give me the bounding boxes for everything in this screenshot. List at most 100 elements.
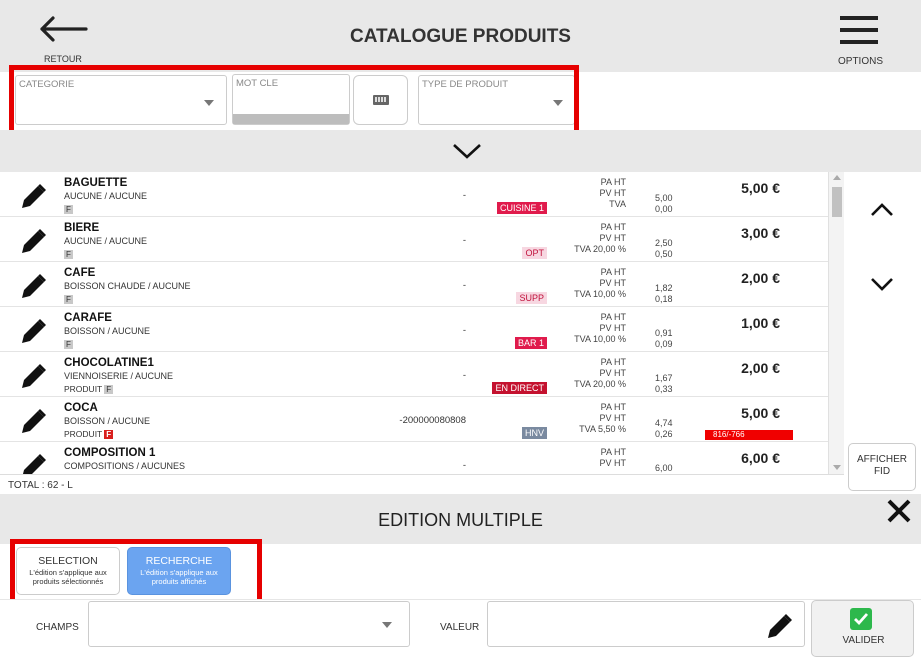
product-name: COCA (64, 402, 98, 414)
table-row[interactable]: COCA BOISSON / AUCUNE PRODUIT F -20000008080… (0, 397, 830, 442)
chevron-down-icon (453, 144, 481, 159)
price-label: TVA 20,00 % (574, 379, 626, 389)
product-category: BOISSON / AUCUNE (64, 326, 151, 336)
afficher-fid-button[interactable]: AFFICHER FID (848, 443, 916, 491)
categorie-select[interactable]: CATEGORIE (15, 75, 227, 125)
afficher-fid-label-2: FID (873, 466, 891, 477)
back-label: RETOUR (44, 54, 82, 64)
mot-cle-input[interactable]: MOT CLE (232, 74, 350, 125)
table-row[interactable]: COMPOSITION 1 COMPOSITIONS / AUCUNES - PA H… (0, 442, 830, 474)
price-label: PV HT (599, 368, 626, 378)
product-price: 2,00 € (741, 270, 780, 286)
product-price: 6,00 € (741, 450, 780, 466)
price-label: PA HT (600, 312, 626, 322)
product-barcode: - (462, 370, 466, 381)
price-label: PA HT (600, 447, 626, 457)
chevron-down-icon (204, 100, 214, 106)
recherche-mode-button[interactable]: RECHERCHE L'édition s'applique aux produ… (127, 547, 231, 595)
price-label: TVA (609, 199, 626, 209)
product-barcode: - (462, 190, 466, 201)
price-label: TVA 20,00 % (574, 244, 626, 254)
table-row[interactable]: CARAFE BOISSON / AUCUNE F - BAR 1 PA HT PV HT T… (0, 307, 830, 352)
product-price-values: 4,74 0,26 (655, 418, 705, 440)
product-price-values: 2,50 0,50 (655, 238, 705, 260)
type-produit-select[interactable]: TYPE DE PRODUIT (418, 75, 575, 125)
price-label: PA HT (600, 177, 626, 187)
product-printer-tag: OPT (522, 247, 547, 259)
product-type: F (64, 294, 73, 305)
edit-pencil-icon[interactable] (20, 362, 48, 390)
check-icon (850, 608, 872, 630)
keyboard-button[interactable] (353, 75, 408, 125)
mot-cle-label: MOT CLE (236, 78, 279, 89)
close-icon[interactable] (886, 498, 912, 524)
product-printer-tag: SUPP (516, 292, 547, 304)
table-row[interactable]: BAGUETTE AUCUNE / AUCUNE F - CUISINE 1 PA HT P… (0, 172, 830, 217)
menu-icon (840, 16, 878, 44)
expand-filters-bar[interactable] (0, 130, 921, 172)
product-f-badge: F (64, 250, 73, 260)
product-type-text: PRODUIT (64, 429, 103, 439)
edit-pencil-icon[interactable] (20, 182, 48, 210)
product-printer-tag: EN DIRECT (492, 382, 547, 394)
edit-pencil-icon[interactable] (20, 407, 48, 435)
product-price-labels: PA HT PV HT TVA 5,50 % (560, 402, 626, 435)
price-label: PA HT (600, 267, 626, 277)
price-label: PV HT (599, 458, 626, 468)
pencil-icon[interactable] (766, 612, 794, 640)
header-bar: RETOUR CATALOGUE PRODUITS OPTIONS (0, 0, 921, 72)
price-label: PV HT (599, 278, 626, 288)
product-barcode: - (462, 460, 466, 471)
options-button[interactable]: OPTIONS (832, 14, 892, 68)
valeur-input[interactable] (487, 601, 805, 647)
product-price: 3,00 € (741, 225, 780, 241)
chevron-down-icon[interactable] (870, 276, 894, 292)
chevron-down-icon (553, 100, 563, 106)
edit-pencil-icon[interactable] (20, 317, 48, 345)
price-label: TVA 5,50 % (579, 424, 626, 434)
product-name: BAGUETTE (64, 177, 128, 189)
product-f-badge: F (64, 295, 73, 305)
valider-button[interactable]: VALIDER (811, 600, 914, 657)
product-printer-tag: CUISINE 1 (496, 202, 547, 214)
product-f-badge: F (64, 205, 73, 215)
product-name: COMPOSITION 1 (64, 447, 156, 459)
edit-pencil-icon[interactable] (20, 227, 48, 255)
product-price-values: 1,82 0,18 (655, 283, 705, 305)
product-f-badge: F (104, 430, 114, 440)
chevron-down-icon (382, 622, 392, 628)
product-price: 5,00 € (741, 405, 780, 421)
edit-pencil-icon[interactable] (20, 452, 48, 474)
product-category: BOISSON CHAUDE / AUCUNE (64, 281, 191, 291)
product-type-text: PRODUIT (64, 384, 103, 394)
champs-select[interactable] (88, 601, 410, 647)
edition-mode-area: SELECTION L'édition s'applique aux produ… (0, 544, 921, 599)
product-f-badge: F (104, 385, 114, 395)
product-price-labels: PA HT PV HT TVA 20,00 % (560, 222, 626, 255)
product-list: BAGUETTE AUCUNE / AUCUNE F - CUISINE 1 PA HT P… (0, 172, 830, 474)
product-category: COMPOSITIONS / AUCUNES (64, 461, 186, 471)
price-value: 0,09 (655, 339, 673, 349)
valeur-label: VALEUR (440, 622, 480, 633)
product-type: PRODUIT F (64, 384, 114, 395)
price-label: TVA 10,00 % (574, 289, 626, 299)
selection-mode-button[interactable]: SELECTION L'édition s'applique aux produ… (16, 547, 120, 595)
table-row[interactable]: CHOCOLATINE1 VIENNOISERIE / AUCUNE PRODUIT… (0, 352, 830, 397)
scroll-down-arrow-icon[interactable] (833, 465, 841, 470)
table-row[interactable]: CAFE BOISSON CHAUDE / AUCUNE F - SUPP PA HT PV… (0, 262, 830, 307)
product-price-labels: PA HT PV HT TVA 20,00 % (560, 357, 626, 390)
price-label: PA HT (600, 402, 626, 412)
product-printer-tag: HNV (521, 427, 547, 439)
edit-pencil-icon[interactable] (20, 272, 48, 300)
price-label: PA HT (600, 357, 626, 367)
list-scrollbar[interactable] (828, 172, 844, 474)
scroll-up-arrow-icon[interactable] (833, 175, 841, 180)
edition-multiple-bar: EDITION MULTIPLE (0, 494, 921, 544)
chevron-up-icon[interactable] (870, 202, 894, 218)
scroll-thumb[interactable] (832, 187, 842, 217)
product-name: CHOCOLATINE1 (64, 357, 154, 369)
table-row[interactable]: BIERE AUCUNE / AUCUNE F - OPT PA HT PV HT TVA 2… (0, 217, 830, 262)
edition-fields-row: CHAMPS VALEUR VALIDER (0, 599, 921, 662)
side-panel: AFFICHER FID (844, 172, 921, 494)
stock-alert-badge: 816/-766 (705, 430, 793, 440)
